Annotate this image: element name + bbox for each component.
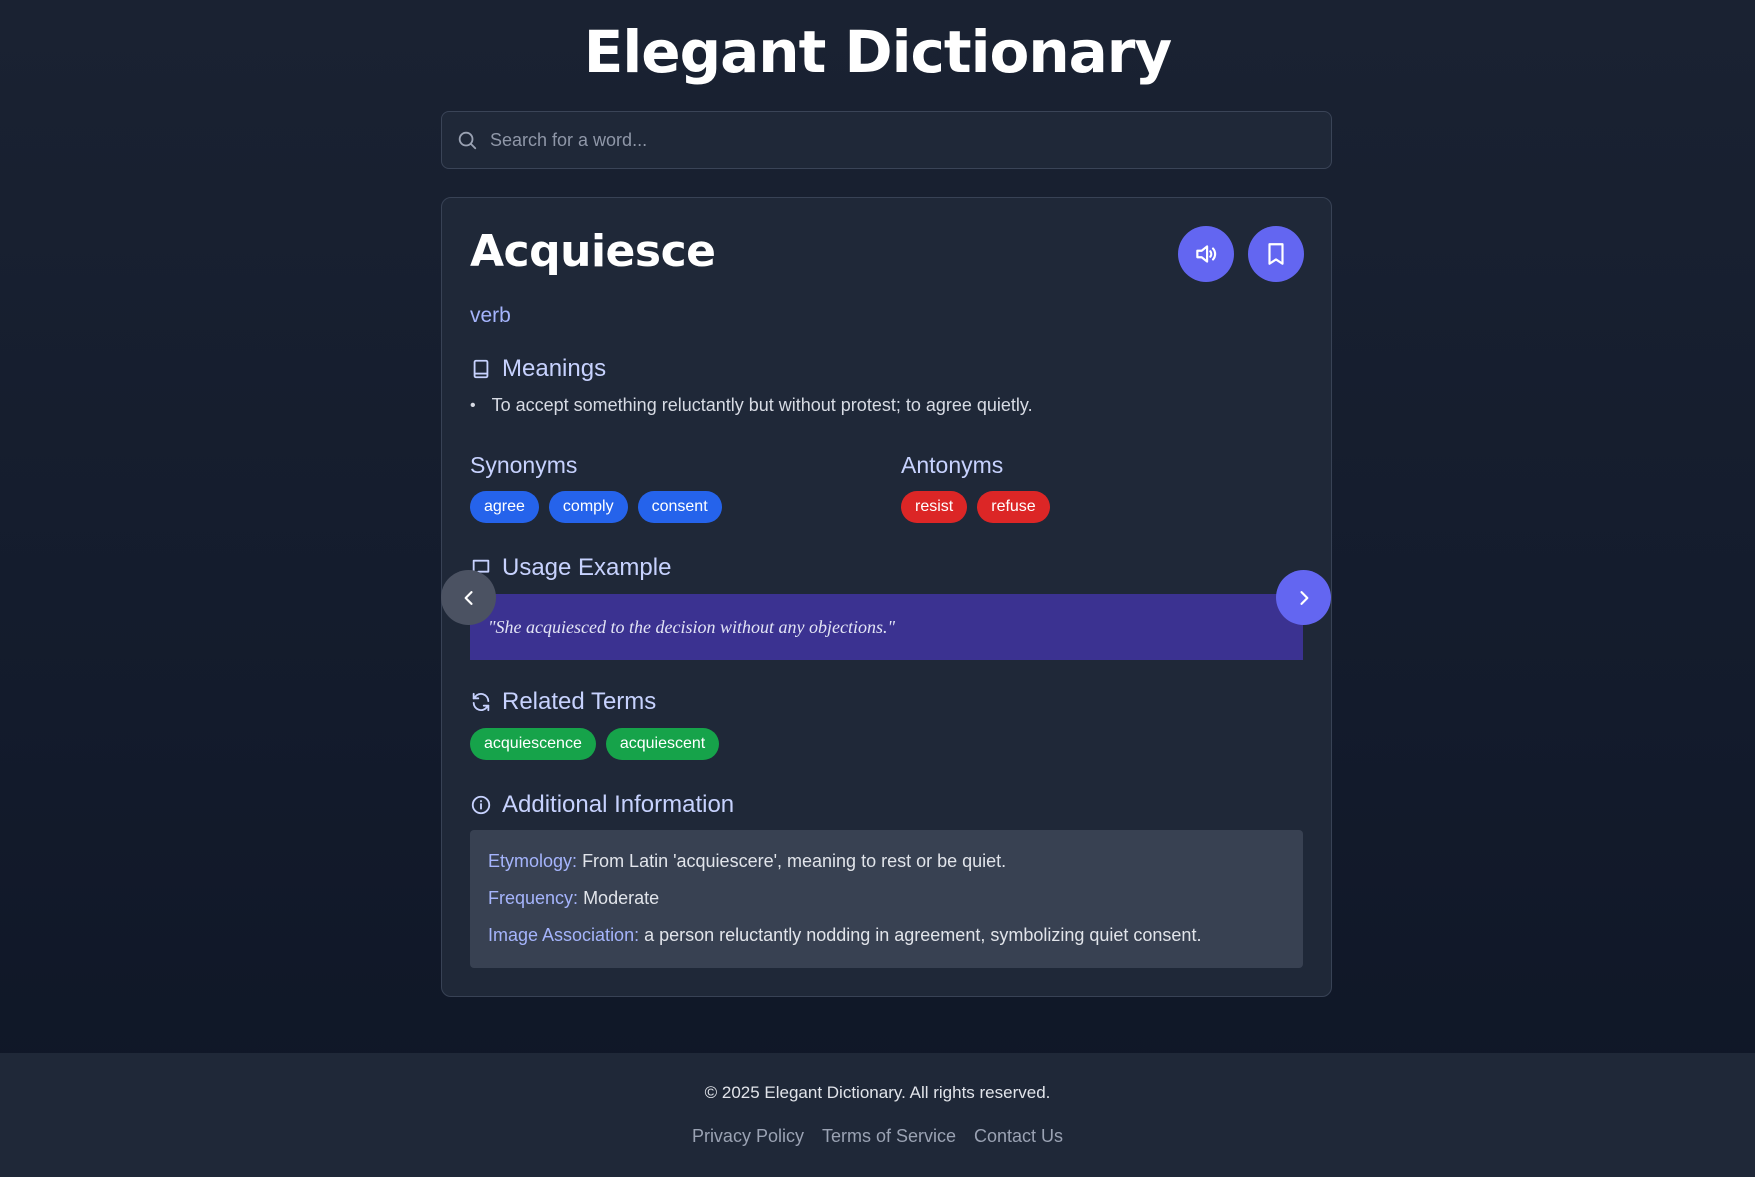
word-title: Acquiesce	[470, 226, 716, 277]
search-input[interactable]	[490, 129, 1310, 151]
pronounce-button[interactable]	[1178, 226, 1234, 282]
copyright: © 2025 Elegant Dictionary. All rights re…	[704, 1083, 1051, 1102]
book-icon	[473, 359, 489, 379]
etymology-row: Etymology: From Latin 'acquiescere', mea…	[488, 850, 1285, 872]
contact-us-link[interactable]: Contact Us	[974, 1126, 1063, 1147]
frequency-row: Frequency: Moderate	[488, 887, 1285, 909]
terms-of-service-link[interactable]: Terms of Service	[822, 1126, 956, 1147]
speaker-icon	[1196, 245, 1217, 263]
app-title: Elegant Dictionary	[583, 18, 1172, 86]
word-card: Acquiesce verb Meanings To accept someth…	[441, 197, 1332, 997]
search-bar[interactable]	[441, 111, 1332, 169]
synonyms-chips: agree comply consent	[470, 491, 722, 523]
antonyms-title: Antonyms	[901, 452, 1004, 478]
synonym-chip[interactable]: consent	[637, 491, 722, 523]
additional-heading: Additional Information	[470, 791, 734, 819]
related-chip[interactable]: acquiescent	[605, 728, 720, 760]
etymology-value: From Latin 'acquiescere', meaning to res…	[582, 851, 1007, 871]
privacy-policy-link[interactable]: Privacy Policy	[692, 1126, 804, 1147]
usage-heading: Usage Example	[470, 554, 671, 582]
meanings-title: Meanings	[502, 355, 607, 382]
refresh-icon	[472, 692, 490, 712]
meanings-heading: Meanings	[470, 355, 606, 383]
frequency-label: Frequency:	[488, 888, 579, 908]
related-title: Related Terms	[502, 688, 657, 715]
synonym-chip[interactable]: comply	[548, 491, 628, 523]
list-item: To accept something reluctantly but with…	[470, 395, 1033, 416]
search-icon	[458, 131, 477, 150]
part-of-speech: verb	[470, 304, 511, 327]
antonyms-chips: resist refuse	[901, 491, 1050, 523]
additional-title: Additional Information	[502, 791, 735, 818]
info-icon	[471, 795, 491, 815]
synonym-chip[interactable]: agree	[470, 491, 539, 523]
synonyms-title: Synonyms	[470, 452, 578, 478]
image-association-label: Image Association:	[488, 925, 640, 945]
usage-example: "She acquiesced to the decision without …	[470, 594, 1303, 660]
related-heading: Related Terms	[470, 688, 656, 716]
image-association-value: a person reluctantly nodding in agreemen…	[644, 925, 1202, 945]
bookmark-button[interactable]	[1248, 226, 1304, 282]
usage-title: Usage Example	[502, 554, 672, 581]
antonym-chip[interactable]: resist	[901, 491, 968, 523]
frequency-value: Moderate	[583, 888, 660, 908]
prev-example-button[interactable]	[441, 570, 496, 625]
chevron-right-icon	[1299, 590, 1308, 605]
antonym-chip[interactable]: refuse	[977, 491, 1050, 523]
etymology-label: Etymology:	[488, 851, 578, 871]
bookmark-icon	[1268, 243, 1284, 265]
additional-info-box: Etymology: From Latin 'acquiescere', mea…	[470, 830, 1303, 968]
related-chips: acquiescence acquiescent	[470, 728, 720, 760]
footer-links: Privacy Policy Terms of Service Contact …	[0, 1126, 1755, 1147]
chevron-left-icon	[464, 590, 473, 605]
next-example-button[interactable]	[1276, 570, 1331, 625]
related-chip[interactable]: acquiescence	[470, 728, 596, 760]
image-association-row: Image Association: a person reluctantly …	[488, 924, 1285, 946]
meanings-list: To accept something reluctantly but with…	[470, 395, 1033, 416]
footer: © 2025 Elegant Dictionary. All rights re…	[0, 1053, 1755, 1177]
